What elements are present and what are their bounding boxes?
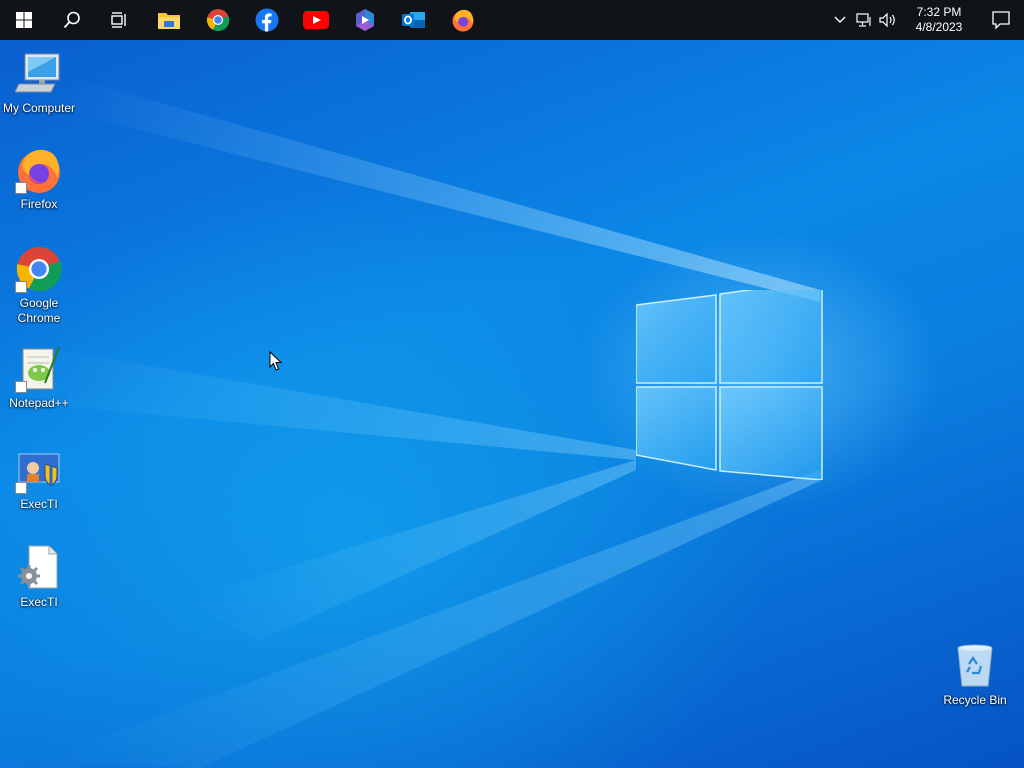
desktop-icon-my-computer[interactable]: My Computer (1, 50, 77, 116)
taskbar-file-explorer[interactable] (144, 0, 193, 40)
execti-gear-file-icon (15, 544, 63, 592)
desktop-icon-notepadpp[interactable]: Notepad++ (1, 345, 77, 411)
shortcut-arrow-icon (15, 482, 27, 494)
mouse-cursor-icon (269, 351, 283, 371)
taskbar: 7:32 PM 4/8/2023 (0, 0, 1024, 40)
taskbar-outlook[interactable] (389, 0, 438, 40)
windows-wallpaper-logo-icon (636, 290, 823, 480)
desktop-icon-label: Notepad++ (9, 396, 69, 410)
desktop-icon-google-chrome[interactable]: Google Chrome (1, 245, 77, 326)
desktop-icon-label: ExecTI (20, 497, 58, 511)
clock[interactable]: 7:32 PM 4/8/2023 (900, 0, 978, 40)
clock-date: 4/8/2023 (915, 20, 963, 34)
clock-time: 7:32 PM (916, 5, 962, 19)
task-view-icon (111, 12, 126, 28)
network-icon (856, 13, 871, 27)
show-hidden-icons-button[interactable] (828, 0, 852, 40)
desktop-icon-firefox[interactable]: Firefox (1, 146, 77, 212)
chrome-icon (206, 9, 229, 32)
shortcut-arrow-icon (15, 381, 27, 393)
file-explorer-icon (157, 13, 180, 29)
search-button[interactable] (48, 0, 96, 40)
execti-shield-icon (15, 446, 63, 494)
recycle-bin-icon (951, 642, 999, 690)
desktop-icon-label: ExecTI (20, 595, 58, 609)
wallpaper-light-beams (0, 80, 822, 768)
taskbar-youtube[interactable] (291, 0, 340, 40)
desktop-icon-label: My Computer (2, 101, 76, 115)
action-center-button[interactable] (978, 0, 1024, 40)
volume-icon (879, 13, 895, 27)
taskbar-microsoft-365[interactable] (340, 0, 389, 40)
desktop-icon-label: Google Chrome (17, 296, 61, 325)
taskbar-facebook[interactable] (242, 0, 291, 40)
desktop-icon-execti-file[interactable]: ExecTI (1, 544, 77, 610)
chrome-icon (15, 245, 63, 293)
network-button[interactable] (852, 0, 876, 40)
shortcut-arrow-icon (15, 281, 27, 293)
desktop-wallpaper[interactable] (0, 40, 1024, 768)
microsoft-365-icon (355, 9, 374, 31)
taskbar-google-chrome[interactable] (193, 0, 242, 40)
desktop-icon-label: Firefox (20, 197, 58, 211)
windows-start-icon (16, 12, 32, 28)
volume-button[interactable] (876, 0, 900, 40)
shortcut-arrow-icon (15, 182, 27, 194)
system-tray: 7:32 PM 4/8/2023 (828, 0, 1024, 40)
desktop-icon-recycle-bin[interactable]: Recycle Bin (937, 642, 1013, 708)
outlook-icon (401, 12, 425, 28)
youtube-icon (302, 11, 329, 29)
desktop-icon-label: Recycle Bin (943, 693, 1007, 707)
start-button[interactable] (0, 0, 48, 40)
notepadpp-icon (15, 345, 63, 393)
firefox-icon (452, 9, 473, 32)
task-view-button[interactable] (96, 0, 144, 40)
firefox-icon (15, 146, 63, 194)
chevron-up-icon (834, 16, 846, 23)
taskbar-firefox[interactable] (438, 0, 487, 40)
computer-icon (14, 50, 63, 98)
facebook-icon (255, 8, 278, 32)
desktop-icon-execti-shortcut[interactable]: ExecTI (1, 446, 77, 512)
search-icon (63, 11, 80, 29)
notification-icon (992, 11, 1010, 29)
